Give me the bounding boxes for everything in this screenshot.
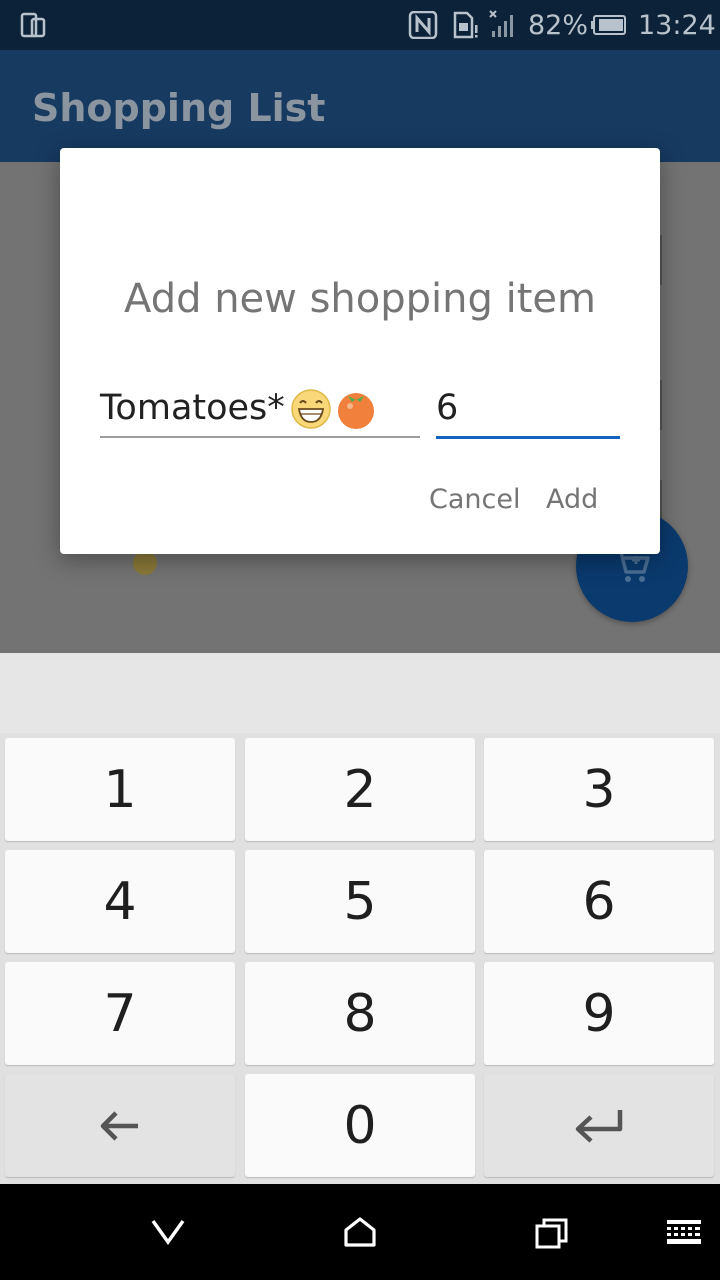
quantity-field[interactable]: 6 xyxy=(436,382,620,439)
key-0[interactable]: 0 xyxy=(245,1074,475,1177)
navigation-bar xyxy=(0,1184,720,1280)
tomato-emoji-icon xyxy=(338,393,374,429)
multi-window-icon xyxy=(20,12,46,38)
item-name-value: Tomatoes* xyxy=(100,388,285,428)
key-3[interactable]: 3 xyxy=(484,738,714,841)
back-chevron-icon[interactable] xyxy=(150,1218,186,1246)
add-button[interactable]: Add xyxy=(546,484,598,515)
backspace-arrow-icon xyxy=(100,1110,138,1141)
battery-icon xyxy=(591,15,626,35)
list-item-indicator xyxy=(133,551,157,575)
sim-alert-icon xyxy=(453,11,478,39)
keyboard-suggestion-strip xyxy=(0,653,720,733)
clock: 13:24 xyxy=(638,10,716,41)
add-item-dialog: Add new shopping item Tomatoes* 6 Cancel… xyxy=(60,148,660,554)
backspace-key[interactable] xyxy=(5,1074,235,1177)
dialog-title: Add new shopping item xyxy=(124,276,596,322)
quantity-value: 6 xyxy=(436,388,459,428)
key-5[interactable]: 5 xyxy=(245,850,475,953)
key-7[interactable]: 7 xyxy=(5,962,235,1065)
cancel-button[interactable]: Cancel xyxy=(429,484,520,515)
keyboard-switch-icon[interactable] xyxy=(666,1219,702,1245)
grinning-face-emoji-icon xyxy=(291,389,331,429)
key-9[interactable]: 9 xyxy=(484,962,714,1065)
nfc-icon xyxy=(408,11,438,39)
item-name-field[interactable]: Tomatoes* xyxy=(100,382,420,438)
home-icon[interactable] xyxy=(343,1216,377,1248)
numeric-keyboard: 1 2 3 4 5 6 7 8 9 0 xyxy=(0,733,720,1184)
enter-key[interactable] xyxy=(484,1074,714,1177)
battery-percent: 82% xyxy=(528,10,589,41)
key-8[interactable]: 8 xyxy=(245,962,475,1065)
key-6[interactable]: 6 xyxy=(484,850,714,953)
signal-no-service-icon xyxy=(489,10,513,37)
app-title: Shopping List xyxy=(32,86,326,130)
key-1[interactable]: 1 xyxy=(5,738,235,841)
recent-apps-icon[interactable] xyxy=(535,1217,569,1249)
key-2[interactable]: 2 xyxy=(245,738,475,841)
status-bar: 82% 13:24 xyxy=(0,0,720,50)
enter-arrow-icon xyxy=(575,1109,623,1143)
key-4[interactable]: 4 xyxy=(5,850,235,953)
app-bar: Shopping List xyxy=(0,50,720,162)
